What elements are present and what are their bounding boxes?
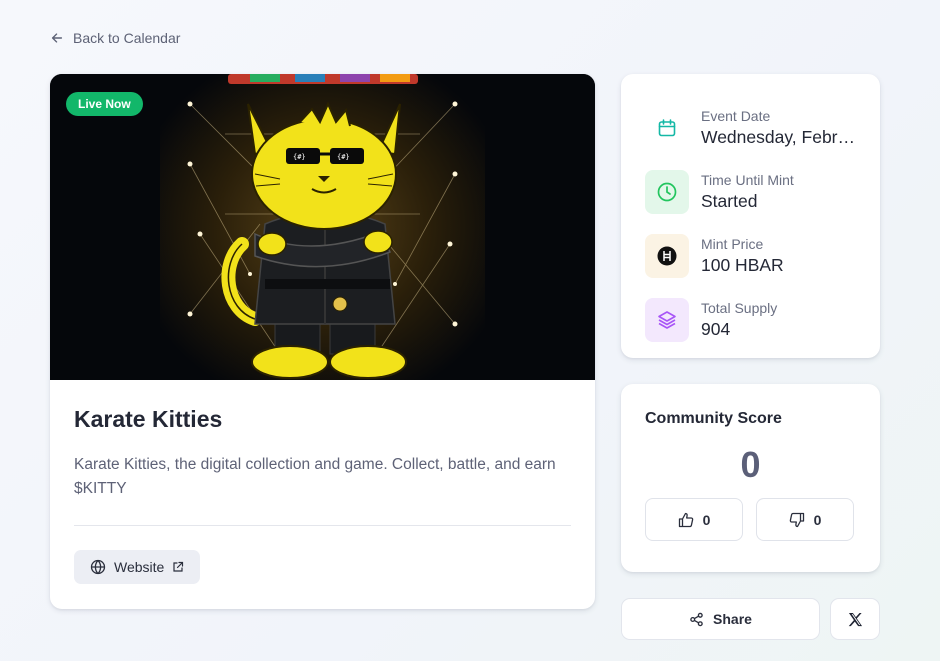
mint-price-value: 100 HBAR: [701, 255, 784, 275]
info-icon-box: [645, 234, 689, 278]
community-score-card: Community Score 0 0 0: [621, 384, 880, 572]
community-score-title: Community Score: [645, 410, 782, 427]
total-supply-label: Total Supply: [701, 300, 778, 316]
clock-icon: [657, 182, 677, 202]
upvote-button[interactable]: 0: [645, 498, 743, 541]
info-icon-box: [645, 170, 689, 214]
share-on-x-button[interactable]: [830, 598, 880, 640]
time-until-mint-value: Started: [701, 191, 758, 211]
calendar-icon: [658, 119, 676, 137]
downvote-button[interactable]: 0: [756, 498, 854, 541]
thumbs-up-icon: [678, 512, 693, 527]
svg-text:{#}: {#}: [293, 153, 306, 161]
event-date-row: Event Date Wednesday, February: [645, 96, 861, 160]
vote-row: 0 0: [645, 498, 856, 541]
mint-price-label: Mint Price: [701, 236, 764, 252]
website-label: Website: [114, 559, 165, 575]
mint-price-row: Mint Price 100 HBAR: [645, 224, 856, 288]
share-label: Share: [713, 611, 752, 627]
thumbs-down-icon: [789, 512, 804, 527]
share-button[interactable]: Share: [621, 598, 820, 640]
globe-icon: [90, 559, 106, 575]
project-details: Karate Kitties Karate Kitties, the digit…: [50, 380, 595, 584]
time-until-mint-label: Time Until Mint: [701, 172, 794, 188]
time-until-mint-row: Time Until Mint Started: [645, 160, 856, 224]
community-score-value: 0: [740, 444, 761, 485]
event-date-value: Wednesday, February: [701, 127, 861, 147]
arrow-left-icon: [51, 33, 63, 43]
mint-info-card: Event Date Wednesday, February Time Unti…: [621, 74, 880, 358]
info-icon-box: [645, 106, 689, 150]
x-logo-icon: [848, 612, 862, 626]
karate-kitty-artwork: {#} {#}: [50, 74, 595, 380]
project-card: {#} {#} Live Now Karate Kitties Karate Ki…: [50, 74, 595, 609]
divider: [74, 525, 571, 526]
back-link-label: Back to Calendar: [73, 30, 181, 46]
hbar-icon: [657, 246, 677, 266]
project-title: Karate Kitties: [74, 406, 223, 432]
project-description: Karate Kitties, the digital collection a…: [74, 456, 556, 497]
upvote-count: 0: [702, 511, 711, 528]
downvote-count: 0: [813, 511, 822, 528]
external-link-icon: [173, 561, 184, 572]
website-button[interactable]: Website: [74, 550, 201, 584]
svg-text:{#}: {#}: [337, 153, 350, 161]
total-supply-row: Total Supply 904: [645, 288, 856, 352]
back-to-calendar-link[interactable]: Back to Calendar: [50, 30, 180, 46]
live-now-badge: Live Now: [66, 92, 143, 116]
info-icon-box: [645, 298, 689, 342]
layers-icon: [658, 311, 676, 329]
project-hero-image: {#} {#} Live Now: [50, 74, 595, 380]
total-supply-value: 904: [701, 319, 731, 339]
event-date-label: Event Date: [701, 108, 771, 124]
share-icon: [690, 612, 703, 626]
